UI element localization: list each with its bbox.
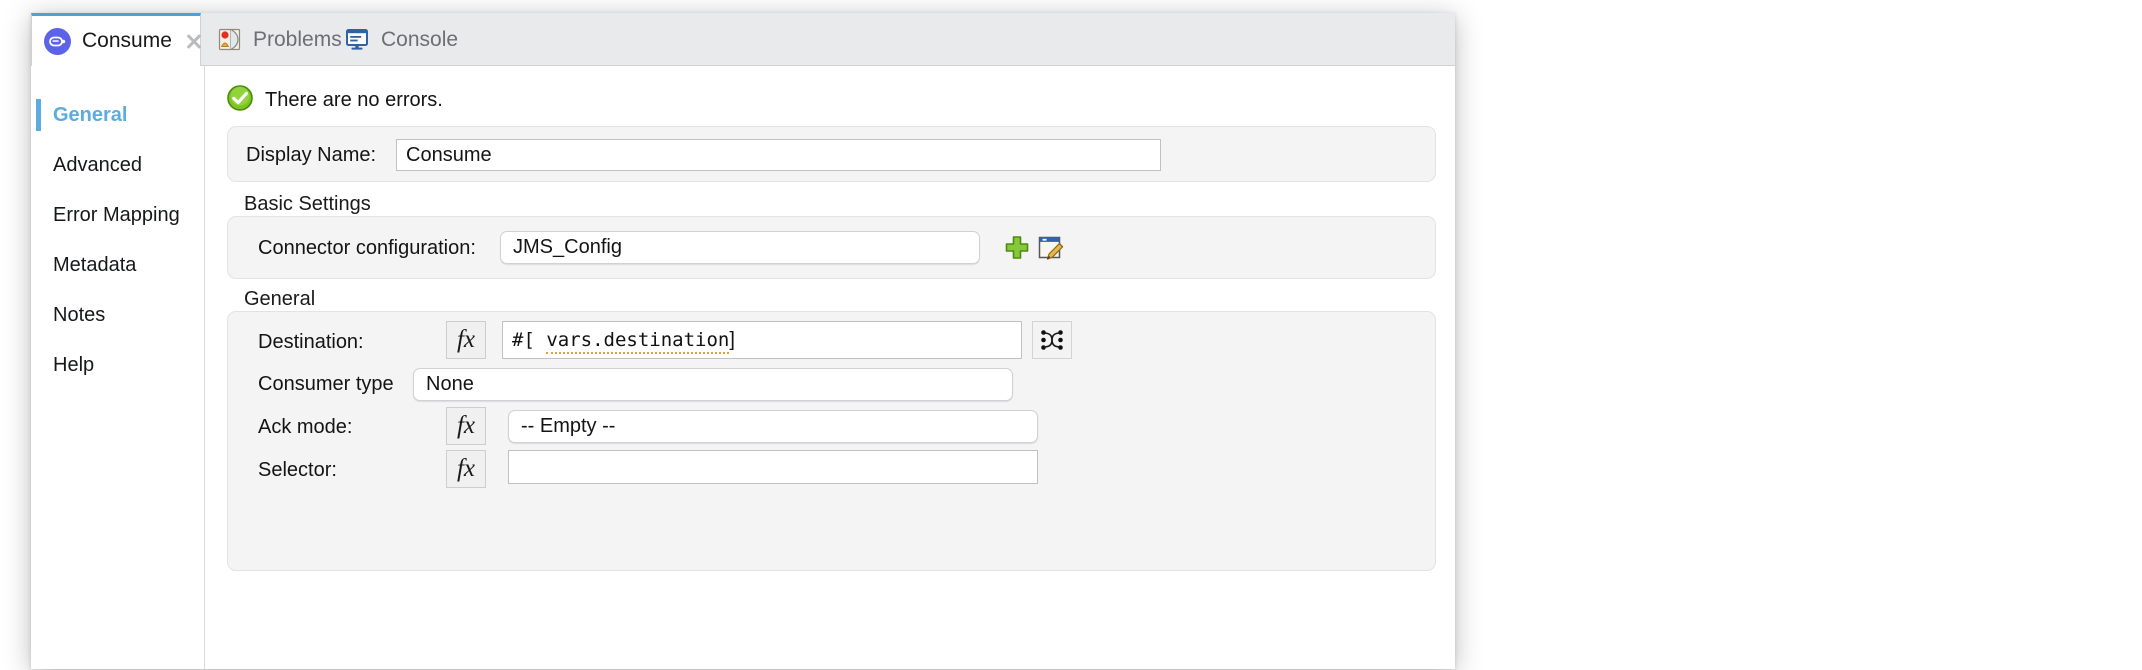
- selector-fx-button[interactable]: fx: [446, 450, 486, 488]
- tab-console[interactable]: Console: [333, 13, 457, 66]
- sidebar-item-label: Notes: [53, 304, 105, 327]
- destination-expression-suffix: ]: [729, 329, 735, 352]
- editor-tab-bar: Consume Problems: [31, 13, 1455, 66]
- sidebar-item-label: Advanced: [53, 154, 142, 177]
- jms-connector-icon: [44, 28, 71, 55]
- properties-sidebar: General Advanced Error Mapping Metadata …: [31, 66, 205, 669]
- destination-fx-button[interactable]: fx: [446, 321, 486, 359]
- add-config-button[interactable]: [1003, 234, 1031, 262]
- ack-mode-fx-button[interactable]: fx: [446, 407, 486, 445]
- sidebar-item-label: Error Mapping: [53, 204, 180, 227]
- connector-configuration-label: Connector configuration:: [258, 237, 476, 260]
- destination-expression-token: vars.destination: [546, 329, 729, 354]
- properties-window: Consume Problems: [31, 13, 1455, 669]
- problems-icon: [217, 27, 242, 52]
- edit-config-button[interactable]: [1036, 233, 1066, 263]
- properties-main-panel: There are no errors. Display Name: Consu…: [206, 66, 1455, 669]
- tab-consume-label: Consume: [82, 29, 172, 53]
- tab-consume[interactable]: Consume: [31, 13, 201, 66]
- destination-label: Destination:: [258, 331, 364, 354]
- connector-configuration-select[interactable]: JMS_Config: [500, 231, 980, 264]
- general-group-title: General: [244, 288, 315, 311]
- close-icon[interactable]: [184, 31, 204, 51]
- status-text: There are no errors.: [265, 89, 443, 112]
- sidebar-item-metadata[interactable]: Metadata: [31, 246, 204, 284]
- success-check-icon: [227, 85, 253, 116]
- sidebar-item-notes[interactable]: Notes: [31, 296, 204, 334]
- sidebar-item-label: General: [53, 104, 127, 127]
- basic-settings-title: Basic Settings: [244, 193, 371, 216]
- display-name-label: Display Name:: [246, 144, 376, 167]
- ack-mode-select[interactable]: -- Empty --: [508, 410, 1038, 443]
- sidebar-item-help[interactable]: Help: [31, 346, 204, 384]
- tab-console-label: Console: [381, 28, 458, 52]
- ack-mode-label: Ack mode:: [258, 416, 352, 439]
- selector-label: Selector:: [258, 459, 337, 482]
- destination-expression-prefix: #[: [512, 329, 546, 351]
- consumer-type-select[interactable]: None: [413, 368, 1013, 401]
- destination-expression: #[ vars.destination: [512, 329, 729, 351]
- dataweave-transform-button[interactable]: [1032, 321, 1072, 359]
- selector-input[interactable]: [508, 450, 1038, 484]
- tab-problems-label: Problems: [253, 28, 342, 52]
- destination-input[interactable]: #[ vars.destination ]: [502, 321, 1022, 359]
- sidebar-item-advanced[interactable]: Advanced: [31, 146, 204, 184]
- sidebar-item-label: Help: [53, 354, 94, 377]
- sidebar-item-general[interactable]: General: [31, 96, 204, 134]
- status-message: There are no errors.: [227, 85, 443, 116]
- tab-problems[interactable]: Problems: [205, 13, 333, 66]
- consumer-type-label: Consumer type: [258, 373, 394, 396]
- sidebar-item-label: Metadata: [53, 254, 136, 277]
- display-name-input[interactable]: Consume: [396, 139, 1161, 171]
- console-icon: [345, 27, 370, 52]
- sidebar-item-error-mapping[interactable]: Error Mapping: [31, 196, 204, 234]
